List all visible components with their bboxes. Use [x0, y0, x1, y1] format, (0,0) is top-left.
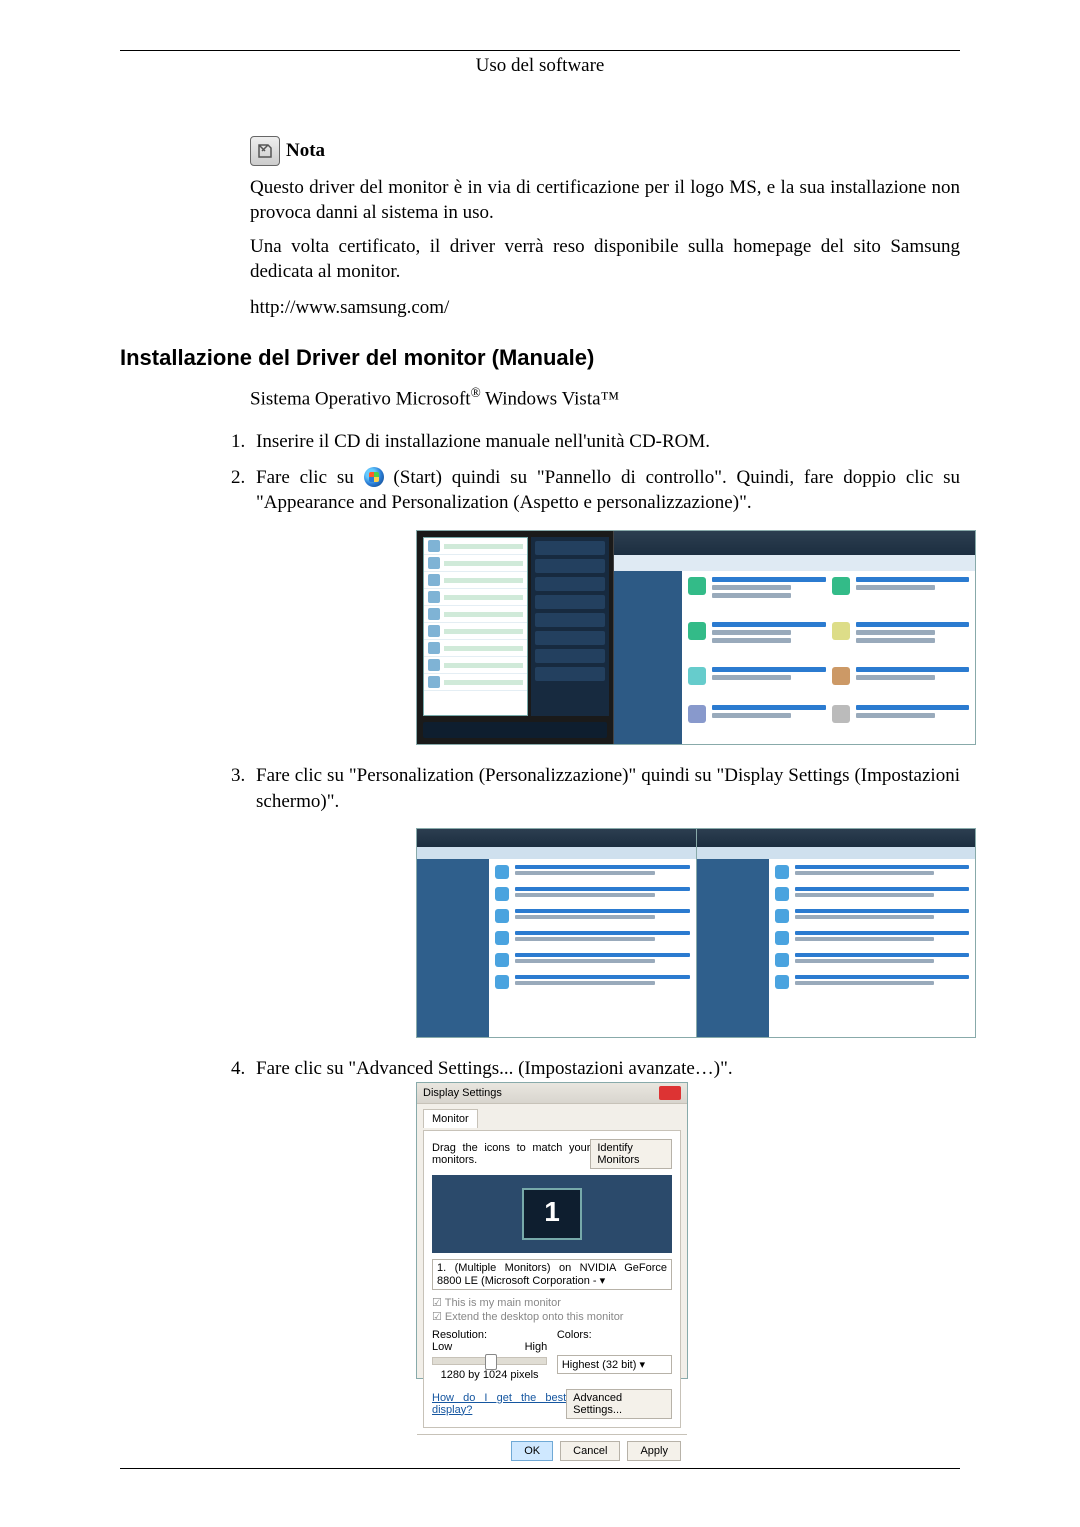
colors-select[interactable]: Highest (32 bit) ▾ [557, 1355, 672, 1374]
note-icon [250, 136, 280, 166]
section-heading: Installazione del Driver del monitor (Ma… [120, 345, 960, 371]
note-label: Nota [286, 140, 325, 162]
page-header-title: Uso del software [120, 55, 960, 81]
res-high: High [525, 1341, 548, 1353]
dialog-hint: Drag the icons to match your monitors. [432, 1142, 590, 1166]
chk-main-monitor[interactable]: ☑ This is my main monitor [432, 1296, 672, 1309]
control-panel-pane [614, 531, 975, 744]
res-low: Low [432, 1341, 452, 1353]
chk-extend-desktop[interactable]: ☑ Extend the desktop onto this monitor [432, 1310, 672, 1323]
ok-button[interactable]: OK [511, 1441, 553, 1461]
os-prefix: Sistema Operativo Microsoft [250, 388, 471, 409]
step-1: Inserire il CD di installazione manuale … [250, 429, 960, 455]
apply-button[interactable]: Apply [627, 1441, 681, 1461]
monitor-preview: 1 [432, 1175, 672, 1253]
monitor-number: 1 [522, 1188, 582, 1240]
screenshot-personalization-display [416, 828, 976, 1038]
note-paragraph-2: Una volta certificato, il driver verrà r… [250, 235, 960, 284]
step-4: Fare clic su "Advanced Settings... (Impo… [250, 1056, 960, 1379]
resolution-label: Resolution: [432, 1329, 547, 1341]
resolution-slider[interactable] [432, 1357, 547, 1365]
step-3-text: Fare clic su "Personalization (Personali… [256, 765, 960, 812]
colors-label: Colors: [557, 1329, 672, 1341]
note-url: http://www.samsung.com/ [250, 297, 960, 319]
resolution-value: 1280 by 1024 pixels [432, 1369, 547, 1381]
dialog-tab-monitor[interactable]: Monitor [423, 1109, 478, 1128]
screenshot-display-settings-dialog: Display Settings Monitor Drag the icons … [416, 1082, 688, 1379]
step-2a: Fare clic su [256, 467, 364, 488]
advanced-settings-button[interactable]: Advanced Settings... [566, 1389, 672, 1419]
help-link[interactable]: How do I get the best display? [432, 1392, 566, 1416]
dialog-close-icon[interactable] [659, 1086, 681, 1100]
os-line: Sistema Operativo Microsoft® Windows Vis… [250, 385, 960, 410]
note-paragraph-1: Questo driver del monitor è in via di ce… [250, 176, 960, 225]
dialog-title: Display Settings [423, 1087, 502, 1099]
screenshot-start-menu-control-panel [416, 530, 976, 745]
os-suffix: Windows Vista™ [481, 388, 619, 409]
windows-start-icon [364, 467, 384, 487]
header-rule-top [120, 50, 960, 51]
start-menu-pane [417, 531, 614, 744]
monitor-select[interactable]: 1. (Multiple Monitors) on NVIDIA GeForce… [432, 1259, 672, 1290]
identify-monitors-button[interactable]: Identify Monitors [590, 1139, 672, 1169]
step-2: Fare clic su (Start) quindi su "Pannello… [250, 465, 960, 745]
cancel-button[interactable]: Cancel [560, 1441, 620, 1461]
step-4-text: Fare clic su "Advanced Settings... (Impo… [256, 1058, 733, 1079]
step-3: Fare clic su "Personalization (Personali… [250, 763, 960, 1038]
footer-rule [120, 1468, 960, 1469]
